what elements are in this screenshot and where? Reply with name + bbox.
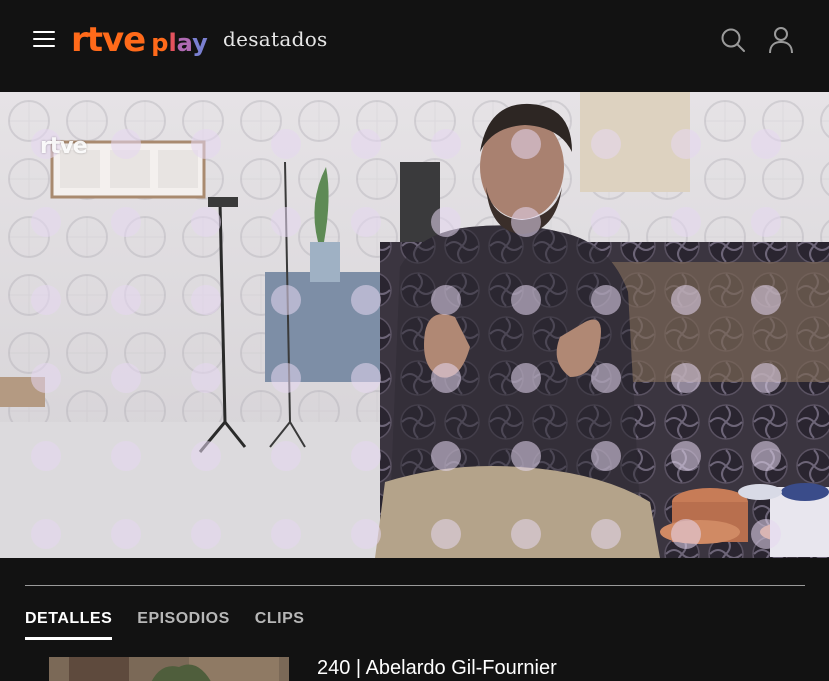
hamburger-menu-icon[interactable] xyxy=(33,29,57,51)
top-header: rtve play desatados xyxy=(0,0,829,92)
video-player[interactable]: rtve xyxy=(0,92,829,558)
logo-play-text: play xyxy=(151,29,208,57)
user-icon[interactable] xyxy=(768,26,794,54)
section-title[interactable]: desatados xyxy=(223,27,328,51)
tab-clips[interactable]: CLIPS xyxy=(255,610,305,640)
search-icon[interactable] xyxy=(720,27,746,53)
logo-rtve-text: rtve xyxy=(71,20,146,60)
channel-watermark: rtve xyxy=(40,134,88,159)
tab-episodios[interactable]: EPISODIOS xyxy=(137,610,230,640)
episode-title[interactable]: 240 | Abelardo Gil-Fournier xyxy=(317,657,557,680)
section-divider xyxy=(25,585,805,586)
video-frame-image xyxy=(0,92,829,558)
tab-detalles[interactable]: DETALLES xyxy=(25,610,113,640)
episode-thumbnail[interactable] xyxy=(49,657,289,681)
rtve-play-logo[interactable]: rtve play xyxy=(71,18,208,62)
content-tabs: DETALLES EPISODIOS CLIPS xyxy=(25,610,329,640)
